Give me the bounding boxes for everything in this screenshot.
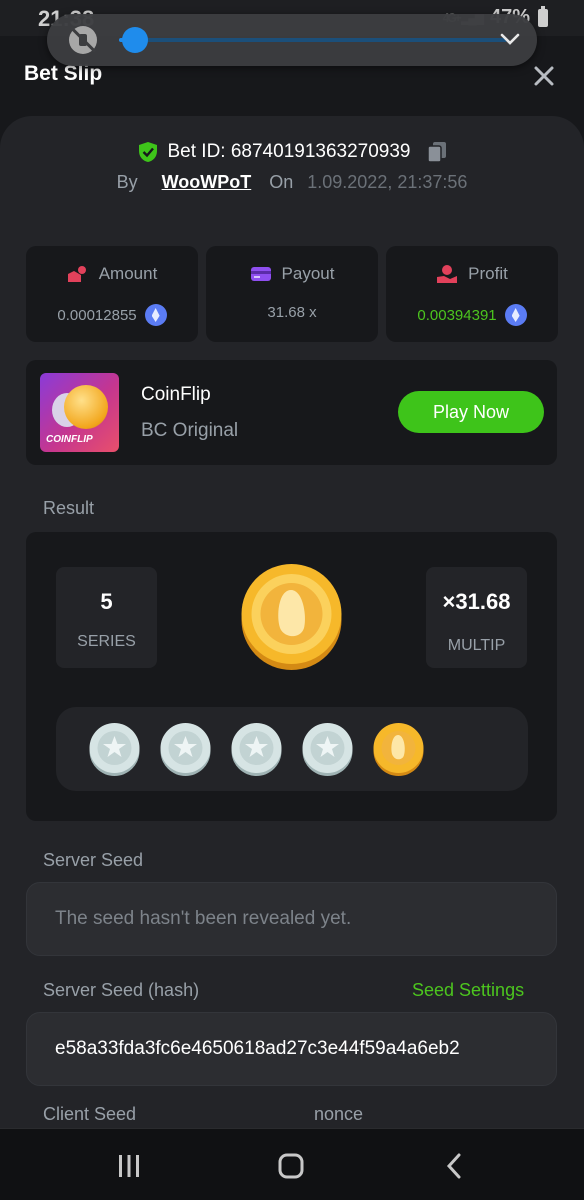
bet-id: Bet ID: 6874019136327093​9 [167,141,411,162]
server-seed-hash-label: Server Seed (hash) [43,980,200,1000]
nonce-label: nonce [314,1104,364,1124]
volume-slider[interactable] [119,26,507,54]
chevron-down-icon[interactable] [499,28,521,50]
card-icon [250,267,271,281]
battery-icon [538,5,548,27]
silver-coin-icon [231,723,282,776]
multiplier-value: ×31.68 [442,589,511,614]
close-icon[interactable] [532,64,556,88]
series-box: 5 SERIES [56,567,157,668]
amount-icon [67,266,86,282]
server-seed-label: Server Seed [43,850,144,870]
amount-label: Amount [98,264,158,283]
bet-id-row: Bet ID: 6874019136327093​9 [0,138,584,166]
profit-stat: Profit 0.00394391 [386,246,558,342]
volume-overlay [47,14,537,66]
result-label: Result [43,498,95,518]
bet-details-card: Bet ID: 6874019136327093​9 By WooWPoT On… [0,116,584,1136]
silver-coin-icon [160,723,211,776]
game-name: CoinFlip [141,384,211,405]
back-icon[interactable] [440,1151,470,1181]
payout-value: 31.68 x [267,304,317,321]
multiplier-label: MULTIP [447,637,506,654]
thumbnail-label: COINFLIP [46,434,93,445]
bet-date: 1.09.2022, 21:37:56 [307,172,468,192]
seed-settings-link[interactable]: Seed Settings [412,980,524,1001]
bet-by-row: By WooWPoT On 1.09.2022, 21:37:56 [0,172,584,193]
silver-coin-icon [89,723,140,776]
game-card: COINFLIP CoinFlip BC Original Play Now [26,360,557,465]
system-nav-bar [0,1128,584,1200]
series-label: SERIES [77,633,136,650]
server-seed-hash-field[interactable]: e58a33fda3fc6e4650618ad27c3e44f59a4a6eb2 [26,1012,557,1086]
on-label: On [269,172,294,192]
payout-label: Payout [281,264,335,283]
multiplier-box: ×31.68 MULTIP [426,567,527,668]
by-label: By [116,172,138,192]
coinflip-thumbnail[interactable]: COINFLIP [40,373,119,452]
silver-coin-icon [302,723,353,776]
coin-history-row [56,707,528,791]
server-seed-field[interactable]: The seed hasn't been revealed yet. [26,882,557,956]
amount-value: 0.00012855 [57,306,137,324]
play-now-button[interactable]: Play Now [398,391,544,433]
eth-icon [504,304,527,326]
amount-stat: Amount 0.00012855 [26,246,198,342]
shield-check-icon [138,142,157,162]
mute-icon[interactable] [69,26,97,54]
recent-apps-icon[interactable] [114,1151,144,1181]
payout-stat: Payout 31.68 x [206,246,378,342]
profit-label: Profit [468,264,508,283]
server-seed-hash-value: e58a33fda3fc6e4650618ad27c3e44f59a4a6eb2 [55,1038,460,1059]
result-panel: 5 SERIES ×31.68 MULTIP [26,532,557,821]
home-icon[interactable] [276,1151,306,1181]
gold-coin-icon [373,723,424,776]
eth-icon [144,304,167,326]
volume-slider-thumb[interactable] [121,27,148,53]
client-seed-label: Client Seed [43,1104,137,1124]
username-link[interactable]: WooWPoT [162,172,252,193]
copy-icon[interactable] [426,141,447,163]
series-value: 5 [100,589,113,614]
game-subtitle: BC Original [141,420,239,441]
gold-coin-icon [241,564,342,670]
profit-icon [437,265,458,283]
profit-value: 0.00394391 [417,306,497,324]
server-seed-value: The seed hasn't been revealed yet. [55,908,352,929]
